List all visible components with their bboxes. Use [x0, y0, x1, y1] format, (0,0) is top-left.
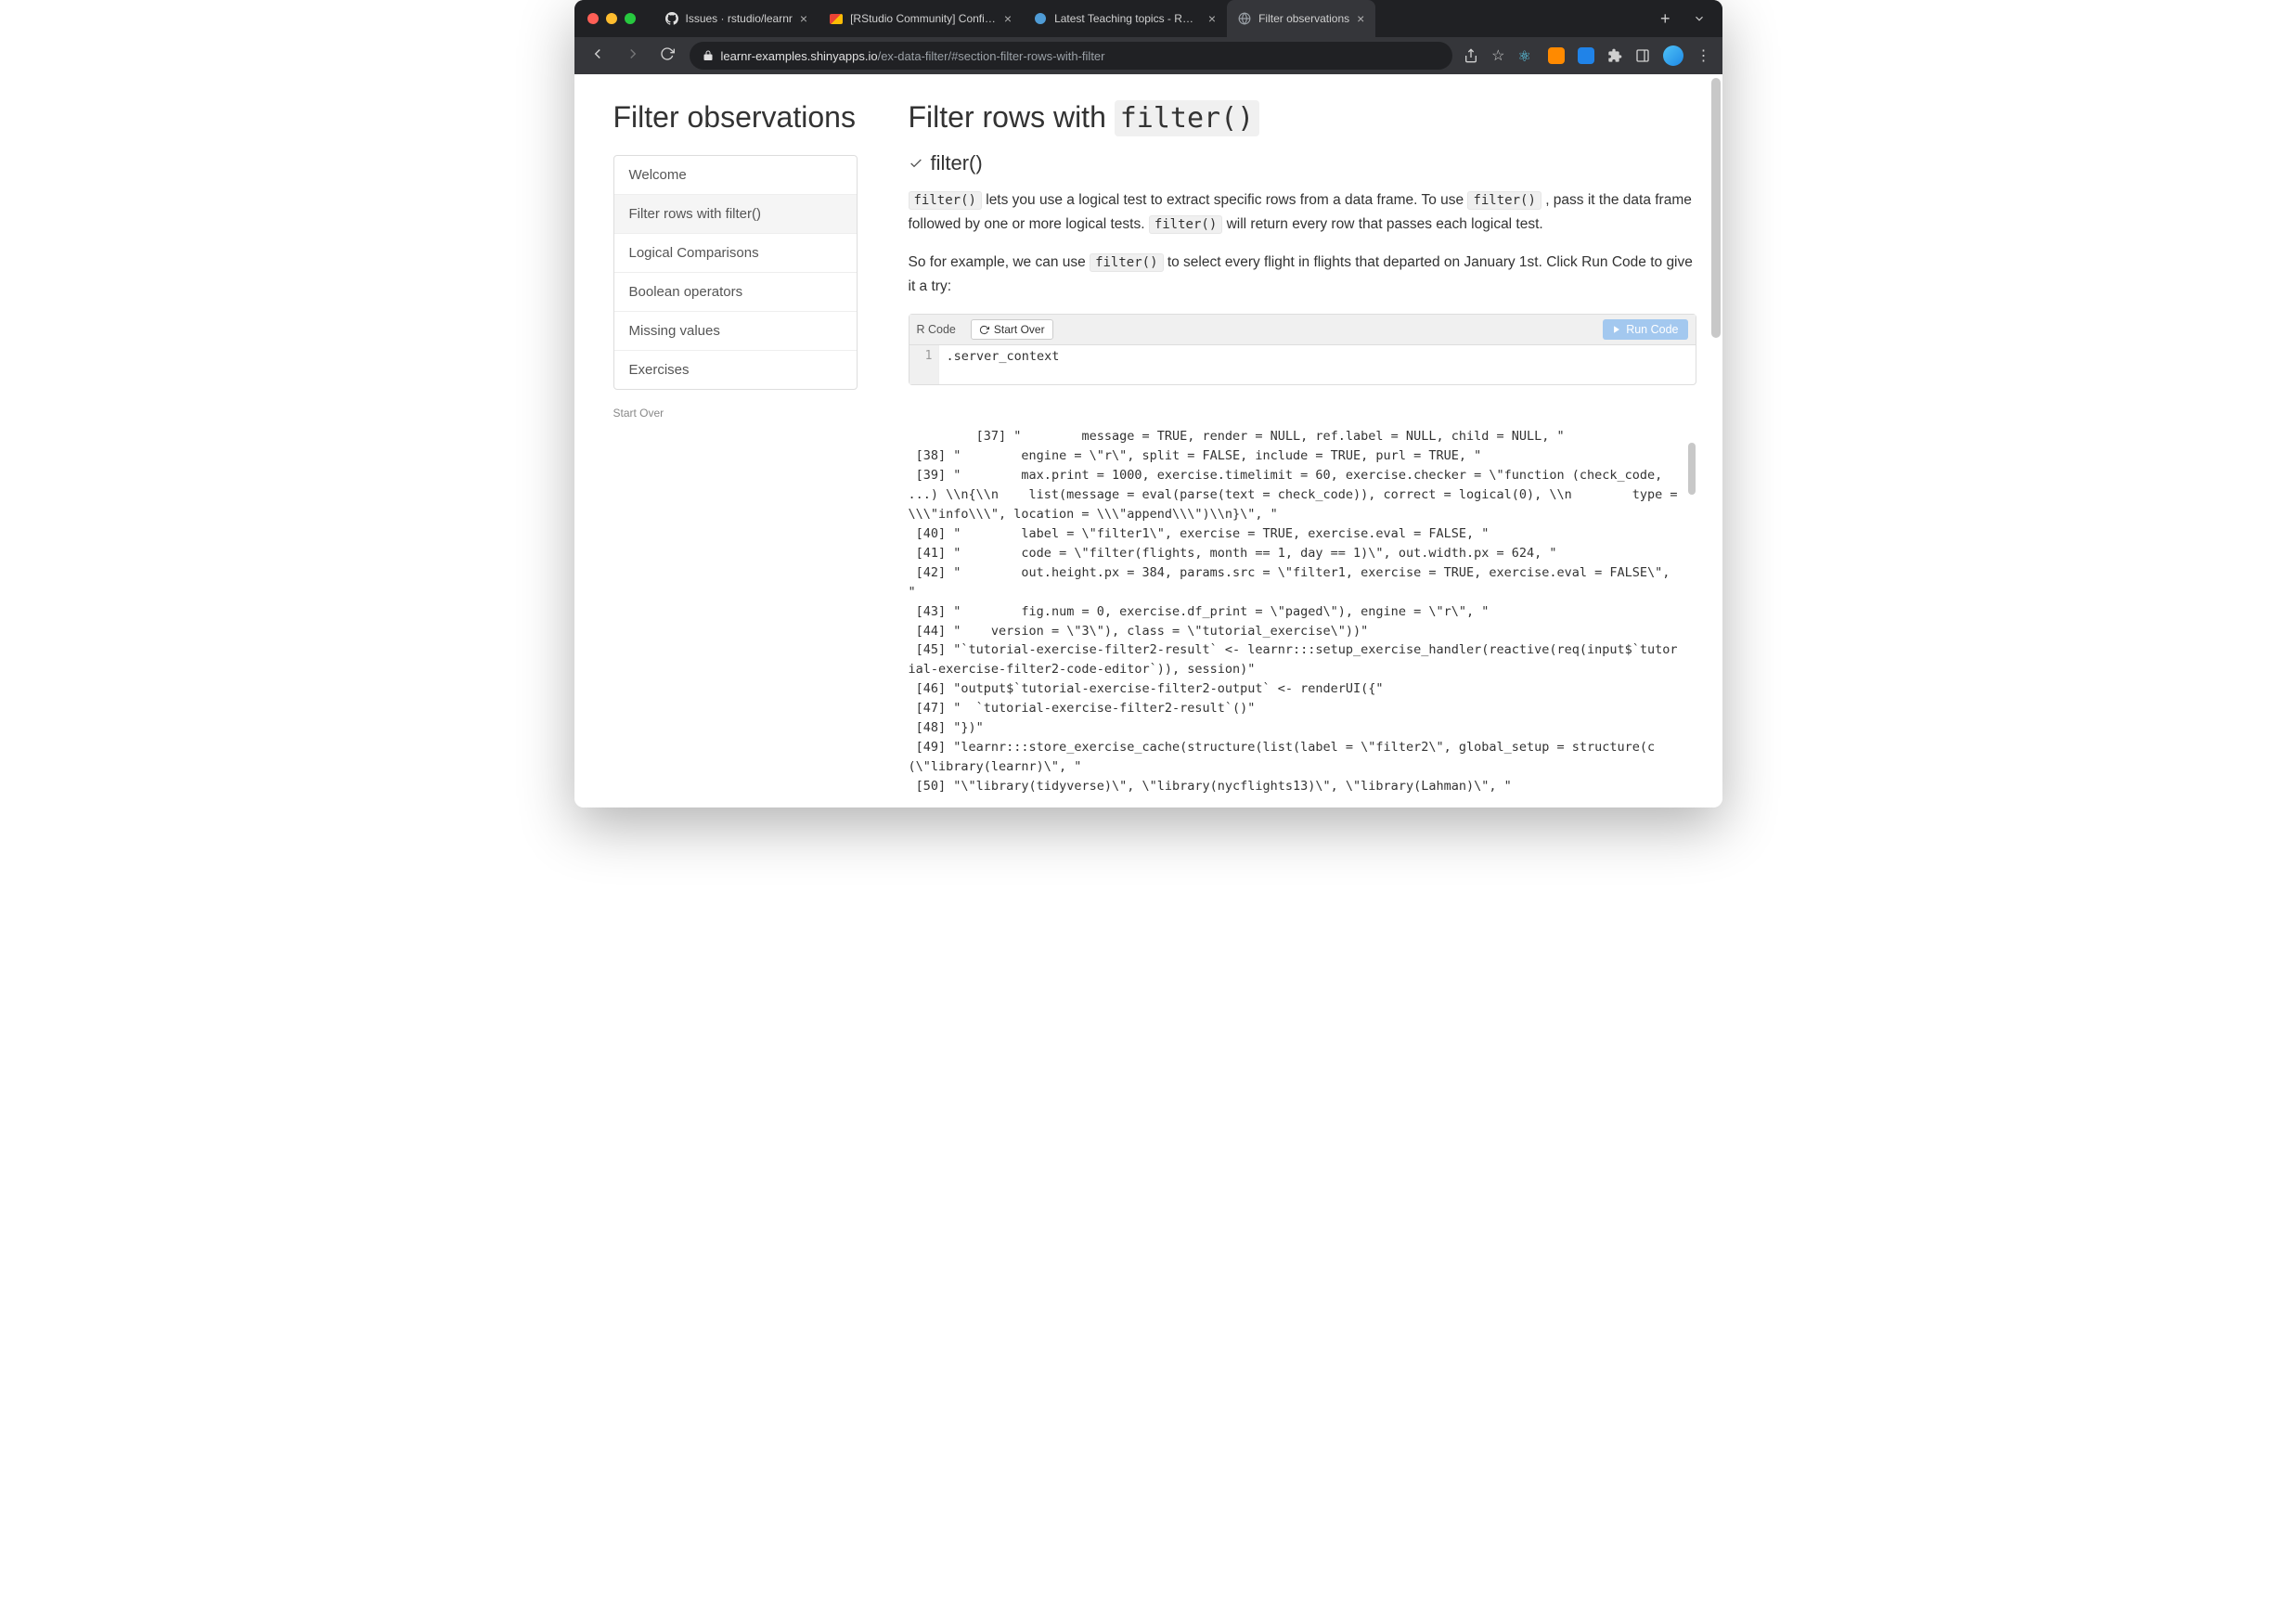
code-content[interactable]: .server_context	[939, 345, 1696, 384]
sidebar-item[interactable]: Missing values	[614, 312, 857, 351]
extensions-icon[interactable]	[1607, 48, 1622, 63]
tab-favicon-icon	[665, 12, 678, 25]
lock-icon	[703, 50, 714, 61]
minimize-window-button[interactable]	[606, 13, 617, 24]
output-scrollbar[interactable]	[1685, 407, 1696, 808]
browser-toolbar: learnr-examples.shinyapps.io/ex-data-fil…	[574, 37, 1722, 74]
forward-button[interactable]	[621, 42, 645, 71]
code-gutter: 1	[909, 345, 939, 384]
output-block: [37] " message = TRUE, render = NULL, re…	[909, 407, 1696, 808]
browser-chrome: Issues · rstudio/learnr×[RStudio Communi…	[574, 0, 1722, 74]
sidebar-item[interactable]: Logical Comparisons	[614, 234, 857, 273]
output-scrollbar-thumb[interactable]	[1688, 443, 1696, 495]
sidebar-start-over[interactable]: Start Over	[613, 407, 858, 420]
check-icon	[909, 156, 923, 171]
exercise-header: R Code Start Over Run Code	[909, 315, 1696, 345]
reload-button[interactable]	[656, 43, 678, 70]
back-button[interactable]	[586, 42, 610, 71]
run-code-button[interactable]: Run Code	[1603, 319, 1687, 340]
tab-strip: Issues · rstudio/learnr×[RStudio Communi…	[574, 0, 1722, 37]
new-tab-button[interactable]: +	[1653, 9, 1678, 29]
tab-title: Issues · rstudio/learnr	[686, 12, 793, 25]
sidebar-item[interactable]: Exercises	[614, 351, 857, 389]
sidebar: Filter observations WelcomeFilter rows w…	[574, 74, 881, 808]
tab-close-button[interactable]: ×	[1208, 11, 1216, 26]
tab-overflow-button[interactable]	[1685, 12, 1713, 25]
browser-tab[interactable]: Issues · rstudio/learnr ×	[654, 0, 819, 37]
sidebar-item[interactable]: Boolean operators	[614, 273, 857, 312]
tab-favicon-icon	[1238, 12, 1251, 25]
page-scrollbar-thumb[interactable]	[1711, 78, 1721, 338]
tab-title: Latest Teaching topics - RSt…	[1054, 12, 1201, 25]
url-bar[interactable]: learnr-examples.shinyapps.io/ex-data-fil…	[690, 42, 1453, 70]
paragraph-2: So for example, we can use filter() to s…	[909, 251, 1696, 300]
browser-window: Issues · rstudio/learnr×[RStudio Communi…	[574, 0, 1722, 808]
maximize-window-button[interactable]	[625, 13, 636, 24]
play-icon	[1612, 325, 1621, 334]
tab-title: [RStudio Community] Confirm	[850, 12, 997, 25]
page-title: Filter rows with filter()	[909, 100, 1696, 135]
tab-favicon-icon	[1034, 12, 1047, 25]
start-over-button[interactable]: Start Over	[971, 319, 1053, 340]
section-heading: filter()	[909, 151, 1696, 175]
close-window-button[interactable]	[587, 13, 599, 24]
tab-title: Filter observations	[1258, 12, 1349, 25]
tab-close-button[interactable]: ×	[1004, 11, 1012, 26]
sidebar-item[interactable]: Filter rows with filter()	[614, 195, 857, 234]
section-heading-text: filter()	[931, 151, 983, 175]
profile-avatar[interactable]	[1663, 45, 1683, 66]
sidebar-title: Filter observations	[613, 100, 858, 135]
exercise-box: R Code Start Over Run Code 1 .server_con…	[909, 314, 1696, 385]
url-text: learnr-examples.shinyapps.io/ex-data-fil…	[721, 49, 1105, 63]
share-icon[interactable]	[1464, 48, 1478, 63]
inline-code: filter()	[909, 191, 982, 210]
menu-icon[interactable]: ⋮	[1696, 46, 1711, 65]
tab-list: Issues · rstudio/learnr×[RStudio Communi…	[654, 0, 1645, 37]
tab-close-button[interactable]: ×	[800, 11, 807, 26]
page-content: Filter observations WelcomeFilter rows w…	[574, 74, 1722, 808]
window-controls	[584, 13, 636, 24]
inline-code: filter()	[1149, 215, 1222, 234]
page-title-text: Filter rows with	[909, 100, 1115, 134]
exercise-label: R Code	[917, 323, 956, 336]
code-editor[interactable]: 1 .server_context	[909, 345, 1696, 384]
paragraph-1: filter() lets you use a logical test to …	[909, 188, 1696, 238]
browser-tab[interactable]: [RStudio Community] Confirm ×	[819, 0, 1023, 37]
browser-tab[interactable]: Latest Teaching topics - RSt… ×	[1023, 0, 1227, 37]
extension-react-icon[interactable]: ⚛	[1518, 47, 1535, 64]
tab-close-button[interactable]: ×	[1357, 11, 1364, 26]
browser-tab[interactable]: Filter observations ×	[1227, 0, 1375, 37]
extension-blue-icon[interactable]	[1578, 47, 1594, 64]
inline-code: filter()	[1467, 191, 1541, 210]
sidebar-nav: WelcomeFilter rows with filter()Logical …	[613, 155, 858, 390]
page-title-code: filter()	[1115, 100, 1260, 136]
sidebar-item[interactable]: Welcome	[614, 156, 857, 195]
star-icon[interactable]: ☆	[1491, 46, 1504, 65]
toolbar-actions: ☆ ⚛ ⋮	[1464, 45, 1710, 66]
tab-favicon-icon	[830, 12, 843, 25]
inline-code: filter()	[1090, 253, 1163, 272]
panel-icon[interactable]	[1635, 48, 1650, 63]
refresh-icon	[979, 325, 989, 335]
main-content: Filter rows with filter() filter() filte…	[881, 74, 1722, 808]
extension-orange-icon[interactable]	[1548, 47, 1565, 64]
